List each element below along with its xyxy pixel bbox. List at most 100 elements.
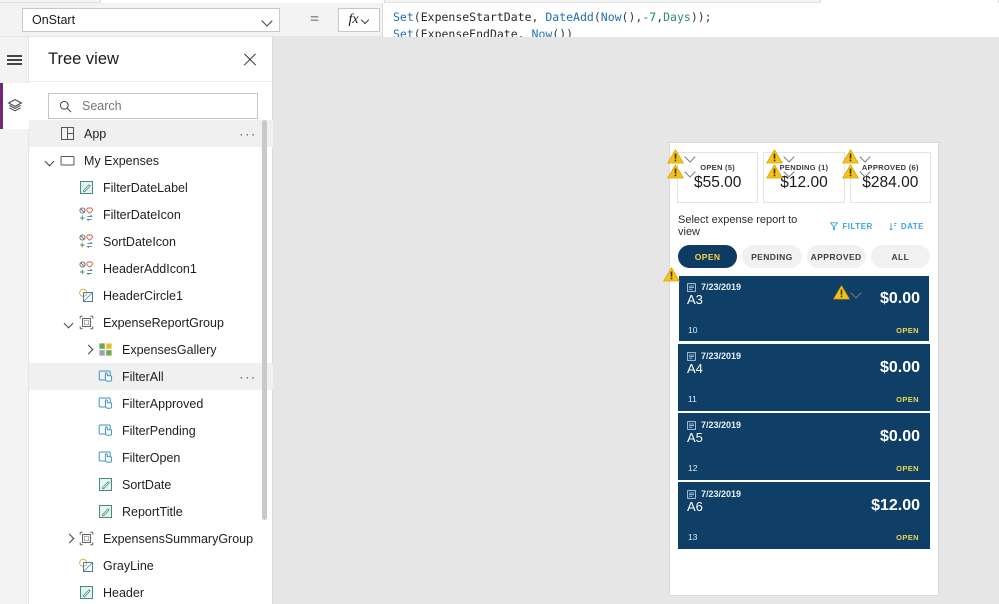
icon-icon	[79, 261, 93, 276]
tree-item-grayline[interactable]: GrayLine	[29, 552, 273, 579]
twisty-placeholder	[62, 289, 76, 303]
tree-item-header[interactable]: Header	[29, 579, 273, 604]
tree-item-filterall[interactable]: FilterAll ···	[29, 363, 273, 390]
property-select[interactable]: OnStart	[22, 8, 280, 32]
left-icon-rail	[0, 37, 29, 604]
tree-item-reporttitle[interactable]: ReportTitle	[29, 498, 273, 525]
tree-item-more-button[interactable]: ···	[239, 370, 257, 383]
button-icon	[98, 451, 113, 463]
warning-chevron-down-icon[interactable]	[685, 166, 696, 177]
tree-view-button[interactable]	[0, 83, 29, 129]
gallery-item[interactable]: 7/23/2019 A4 $0.00 11 OPEN	[678, 344, 930, 411]
filter-tab-pending[interactable]: PENDING	[742, 245, 802, 268]
tree-item-label: ExpensesGallery	[122, 342, 217, 357]
app-icon	[61, 127, 74, 140]
gallery-item-id: 13	[688, 532, 698, 542]
tree-item-sortdateicon[interactable]: SortDateIcon	[29, 228, 273, 255]
chevron-down-icon[interactable]	[62, 316, 76, 330]
tree-item-headercircle1[interactable]: HeaderCircle1	[29, 282, 273, 309]
tree-item-label: FilterApproved	[122, 396, 204, 411]
hamburger-icon	[7, 55, 22, 65]
twisty-placeholder	[81, 424, 95, 438]
tree-item-filterdatelabel[interactable]: FilterDateLabel	[29, 174, 273, 201]
tree-item-filteropen[interactable]: FilterOpen	[29, 444, 273, 471]
chevron-right-icon[interactable]	[62, 532, 76, 546]
filter-tab-approved[interactable]: APPROVED	[806, 245, 866, 268]
warning-chevron-down-icon[interactable]	[784, 166, 795, 177]
filter-action-button[interactable]: FILTER	[830, 222, 872, 231]
warning-chevron-down-icon[interactable]	[685, 151, 696, 162]
tree-item-expensesgallery[interactable]: ExpensesGallery	[29, 336, 273, 363]
tree-item-headeraddicon1[interactable]: HeaderAddIcon1	[29, 255, 273, 282]
code-token: (	[413, 10, 421, 24]
twisty-placeholder	[43, 127, 57, 141]
tree-view-panel: Tree view App ··· My Expenses FilterDateLab…	[29, 37, 273, 604]
close-icon[interactable]	[242, 51, 258, 67]
warning-triangle-icon[interactable]	[666, 164, 685, 179]
tree-item-label: FilterOpen	[122, 450, 181, 465]
tree-item-label: SortDate	[122, 477, 172, 492]
document-icon	[687, 489, 696, 499]
tree-item-filterpending[interactable]: FilterPending	[29, 417, 273, 444]
warning-chevron-down-icon[interactable]	[784, 151, 795, 162]
warning-triangle-icon[interactable]	[666, 149, 685, 164]
tree-scrollbar-thumb[interactable]	[262, 120, 267, 520]
filter-action-label: FILTER	[842, 221, 873, 231]
twisty-placeholder	[62, 586, 76, 600]
menu-button[interactable]	[0, 37, 29, 83]
warning-triangle-icon[interactable]	[765, 164, 784, 179]
warning-chevron-down-icon[interactable]	[851, 287, 862, 298]
twisty-placeholder	[81, 370, 95, 384]
tree-item-my expenses[interactable]: My Expenses	[29, 147, 273, 174]
tree-item-filterdateicon[interactable]: FilterDateIcon	[29, 201, 273, 228]
tree-item-sortdate[interactable]: SortDate	[29, 471, 273, 498]
date-action-label: DATE	[900, 221, 924, 231]
tree-item-more-button[interactable]: ···	[239, 127, 257, 140]
tree-item-label: HeaderAddIcon1	[103, 261, 197, 276]
twisty-placeholder	[81, 397, 95, 411]
warning-chevron-down-icon[interactable]	[860, 166, 871, 177]
tree-item-expensenssummarygroup[interactable]: ExpensensSummaryGroup	[29, 525, 273, 552]
tree-item-label: GrayLine	[103, 558, 154, 573]
gallery-item-amount: $0.00	[879, 359, 920, 376]
twisty-placeholder	[81, 451, 95, 465]
tree-item-app[interactable]: App ···	[29, 120, 273, 147]
expenses-gallery[interactable]: 7/23/2019 A3 $0.00 10 OPEN 7/23/2019 A4 $0.00 11…	[670, 275, 938, 549]
label-icon	[80, 181, 93, 194]
warning-triangle-icon[interactable]	[841, 164, 860, 179]
twisty-placeholder	[81, 478, 95, 492]
gallery-item-date: 7/23/2019	[701, 420, 742, 430]
screen-icon	[60, 156, 75, 166]
code-token: DateAdd	[545, 10, 594, 24]
tree-item-expensereportgroup[interactable]: ExpenseReportGroup	[29, 309, 273, 336]
warning-triangle-icon[interactable]	[765, 149, 784, 164]
search-box[interactable]	[48, 93, 258, 119]
gallery-item[interactable]: 7/23/2019 A3 $0.00 10 OPEN	[678, 275, 930, 342]
filter-tab-open[interactable]: OPEN	[678, 245, 738, 268]
date-action-button[interactable]: DATE	[889, 222, 924, 231]
chevron-down-icon[interactable]	[43, 154, 57, 168]
chevron-down-icon	[262, 15, 273, 26]
tree-item-label: ExpensensSummaryGroup	[103, 531, 254, 546]
gallery-item[interactable]: 7/23/2019 A6 $12.00 13 OPEN	[678, 482, 930, 549]
tree-item-label: FilterPending	[122, 423, 196, 438]
twisty-placeholder	[62, 181, 76, 195]
gallery-item[interactable]: 7/23/2019 A5 $0.00 12 OPEN	[678, 413, 930, 480]
warning-triangle-icon[interactable]	[662, 267, 681, 282]
fx-icon: fx	[348, 12, 359, 27]
group-icon	[79, 315, 94, 330]
filter-tab-all[interactable]: ALL	[870, 245, 930, 268]
chevron-right-icon[interactable]	[81, 343, 95, 357]
warning-triangle-icon[interactable]	[832, 285, 851, 300]
icon-icon	[79, 207, 93, 222]
powerapps-studio-window: OnStart = fx Set(ExpenseStartDate, DateA…	[0, 0, 999, 604]
fx-button[interactable]: fx	[338, 8, 380, 32]
search-input[interactable]	[80, 98, 249, 114]
tree-item-list[interactable]: App ··· My Expenses FilterDateLabel FilterDa…	[29, 120, 273, 604]
warning-chevron-down-icon[interactable]	[860, 151, 871, 162]
gallery-item-date: 7/23/2019	[701, 489, 742, 499]
tree-item-filterapproved[interactable]: FilterApproved	[29, 390, 273, 417]
code-token: (),	[621, 10, 643, 24]
warning-triangle-icon[interactable]	[841, 149, 860, 164]
gallery-item-status: OPEN	[896, 326, 919, 335]
